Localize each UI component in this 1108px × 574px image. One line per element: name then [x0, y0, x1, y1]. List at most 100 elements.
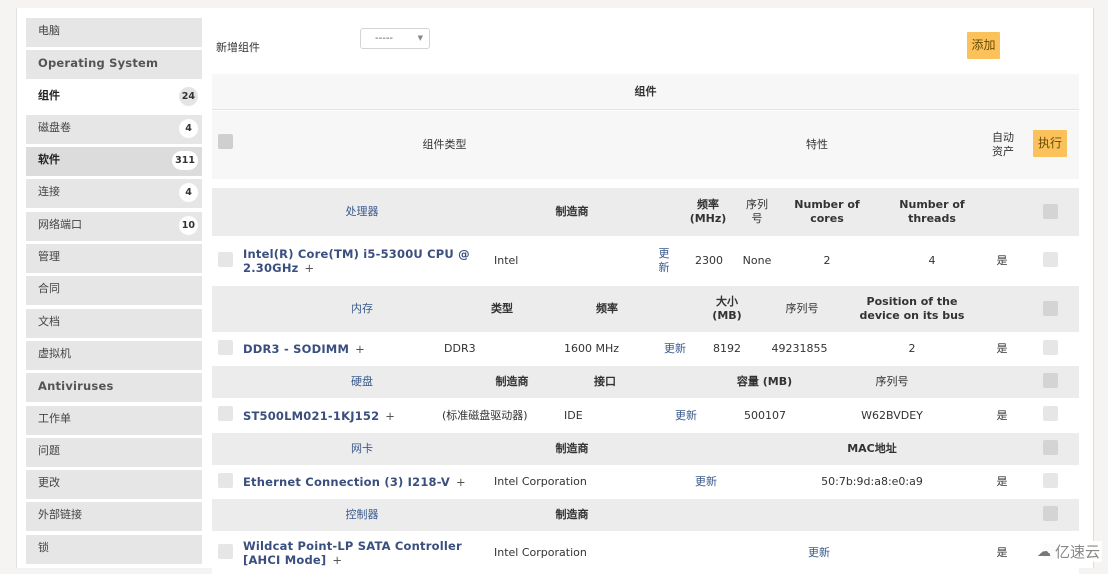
table-row: DDR3 - SODIMM + DDR3 1600 MHz 更新 8192 492…	[212, 333, 1079, 365]
sidebar-nav: 电脑 Operating System 组件 24 磁盘卷 4 软件 311 连接 4 …	[26, 18, 202, 567]
sidebar-item-label: 网络端口	[38, 217, 82, 231]
plus-icon[interactable]: +	[385, 409, 395, 423]
sidebar-item-computer[interactable]: 电脑	[26, 18, 202, 47]
cell-auto: 是	[996, 342, 1008, 355]
cloud-logo-icon: ☁	[1036, 543, 1051, 560]
add-button[interactable]: 添加	[967, 32, 1000, 59]
sidebar-item-label: 连接	[38, 185, 60, 199]
sidebar-item-management[interactable]: 管理	[26, 244, 202, 274]
column-header: 制造商	[555, 205, 589, 218]
section-checkbox[interactable]	[1043, 301, 1058, 316]
sidebar-item-locks[interactable]: 锁	[26, 534, 202, 564]
section-header-network-card: 网卡 制造商 MAC地址	[212, 433, 1079, 465]
cell-cores: 2	[823, 254, 831, 267]
component-name-link[interactable]: Wildcat Point-LP SATA Controller [AHCI M…	[243, 532, 483, 574]
section-checkbox[interactable]	[1043, 204, 1058, 219]
sidebar-item-label: 管理	[38, 250, 60, 264]
column-header: Position of the device on its bus	[859, 295, 965, 322]
component-name: Ethernet Connection (3) I218-V	[243, 475, 450, 489]
sidebar-item-label: 虚拟机	[38, 346, 71, 360]
column-header: Number of cores	[794, 198, 860, 225]
sidebar-item-label: 工作单	[38, 411, 71, 425]
row-select-checkbox[interactable]	[1043, 340, 1058, 355]
sidebar-item-operating-system[interactable]: Operating System	[26, 50, 202, 80]
sidebar-item-changes[interactable]: 更改	[26, 470, 202, 500]
plus-icon[interactable]: +	[355, 342, 365, 356]
sidebar-item-label: 问题	[38, 443, 60, 457]
sidebar-item-software[interactable]: 软件 311	[26, 147, 202, 177]
sidebar-item-components[interactable]: 组件 24	[26, 82, 202, 112]
sidebar-item-tickets[interactable]: 工作单	[26, 405, 202, 435]
sidebar-item-documents[interactable]: 文档	[26, 308, 202, 338]
count-badge: 10	[178, 215, 198, 235]
cell-auto: 是	[996, 408, 1008, 422]
component-name-link[interactable]: Ethernet Connection (3) I218-V +	[243, 466, 483, 498]
section-type-link[interactable]: 控制器	[322, 499, 402, 531]
row-select-checkbox[interactable]	[1043, 406, 1058, 421]
component-type-select[interactable]: ----- ▼	[360, 28, 430, 49]
row-checkbox[interactable]	[218, 252, 233, 267]
column-header: 序列 号	[746, 198, 768, 225]
col-auto-asset: 自动 资产	[992, 131, 1014, 158]
section-type-link[interactable]: 硬盘	[322, 366, 402, 398]
plus-icon[interactable]: +	[332, 553, 342, 567]
sidebar-item-problems[interactable]: 问题	[26, 437, 202, 467]
update-link[interactable]: 更新	[808, 532, 838, 574]
cell-bus-position: 2	[908, 342, 916, 355]
cell-manufacturer: (标准磁盘驱动器)	[442, 408, 528, 422]
row-select-checkbox[interactable]	[1043, 252, 1058, 267]
cell-size: 8192	[713, 342, 741, 355]
plus-icon[interactable]: +	[305, 261, 315, 275]
count-badge: 4	[179, 183, 198, 203]
section-type-link[interactable]: 网卡	[322, 433, 402, 465]
sidebar-item-antiviruses[interactable]: Antiviruses	[26, 373, 202, 403]
row-checkbox[interactable]	[218, 544, 233, 559]
sidebar-item-network-ports[interactable]: 网络端口 10	[26, 211, 202, 241]
sidebar-item-external-links[interactable]: 外部链接	[26, 502, 202, 532]
cell-manufacturer: Intel Corporation	[494, 475, 587, 488]
row-select-checkbox[interactable]	[1043, 473, 1058, 488]
table-row: Wildcat Point-LP SATA Controller [AHCI M…	[212, 532, 1079, 574]
section-type-link[interactable]: 内存	[322, 286, 402, 332]
row-checkbox[interactable]	[218, 406, 233, 421]
sidebar-item-label: 组件	[38, 88, 60, 102]
table-header-row: 组件类型 特性 自动 资产 执行	[212, 111, 1079, 179]
section-header-memory: 内存 类型 频率 大小 (MB) 序列号 Position of the dev…	[212, 286, 1079, 332]
plus-icon[interactable]: +	[456, 475, 466, 489]
sidebar-item-label: 磁盘卷	[38, 120, 71, 134]
column-header: 类型	[491, 302, 513, 315]
update-link[interactable]: 更 新	[652, 237, 676, 285]
execute-button[interactable]: 执行	[1033, 130, 1067, 157]
component-name-link[interactable]: DDR3 - SODIMM +	[243, 333, 443, 365]
column-header: 序列号	[875, 375, 909, 388]
sidebar-item-connections[interactable]: 连接 4	[26, 179, 202, 209]
update-link[interactable]: 更新	[695, 466, 725, 498]
cell-frequency: 2300	[695, 254, 723, 267]
section-checkbox[interactable]	[1043, 506, 1058, 521]
cell-auto: 是	[996, 475, 1008, 488]
update-link[interactable]: 更新	[664, 333, 694, 365]
select-all-checkbox[interactable]	[218, 134, 233, 149]
cell-manufacturer: Intel	[494, 254, 519, 267]
sidebar-item-contracts[interactable]: 合同	[26, 276, 202, 306]
column-header: 频率	[596, 302, 618, 315]
section-type-link[interactable]: 处理器	[322, 188, 402, 236]
section-checkbox[interactable]	[1043, 373, 1058, 388]
sidebar-item-label: 软件	[38, 153, 60, 167]
count-badge: 24	[178, 86, 198, 106]
sidebar-item-virtual-machines[interactable]: 虚拟机	[26, 340, 202, 370]
column-header: 接口	[594, 375, 616, 388]
component-name-link[interactable]: Intel(R) Core(TM) i5-5300U CPU @ 2.30GHz…	[243, 237, 478, 285]
column-header: 序列号	[785, 302, 819, 315]
table-title: 组件	[634, 84, 657, 98]
update-link[interactable]: 更新	[675, 399, 705, 432]
component-name-link[interactable]: ST500LM021-1KJ152 +	[243, 399, 443, 432]
column-header: MAC地址	[847, 442, 897, 455]
row-checkbox[interactable]	[218, 473, 233, 488]
section-header-harddisk: 硬盘 制造商 接口 容量 (MB) 序列号	[212, 366, 1079, 398]
sidebar-item-volumes[interactable]: 磁盘卷 4	[26, 114, 202, 144]
page-container: 电脑 Operating System 组件 24 磁盘卷 4 软件 311 连接 4 …	[16, 8, 1094, 574]
column-header: 频率 (MHz)	[689, 198, 727, 225]
section-checkbox[interactable]	[1043, 440, 1058, 455]
row-checkbox[interactable]	[218, 340, 233, 355]
